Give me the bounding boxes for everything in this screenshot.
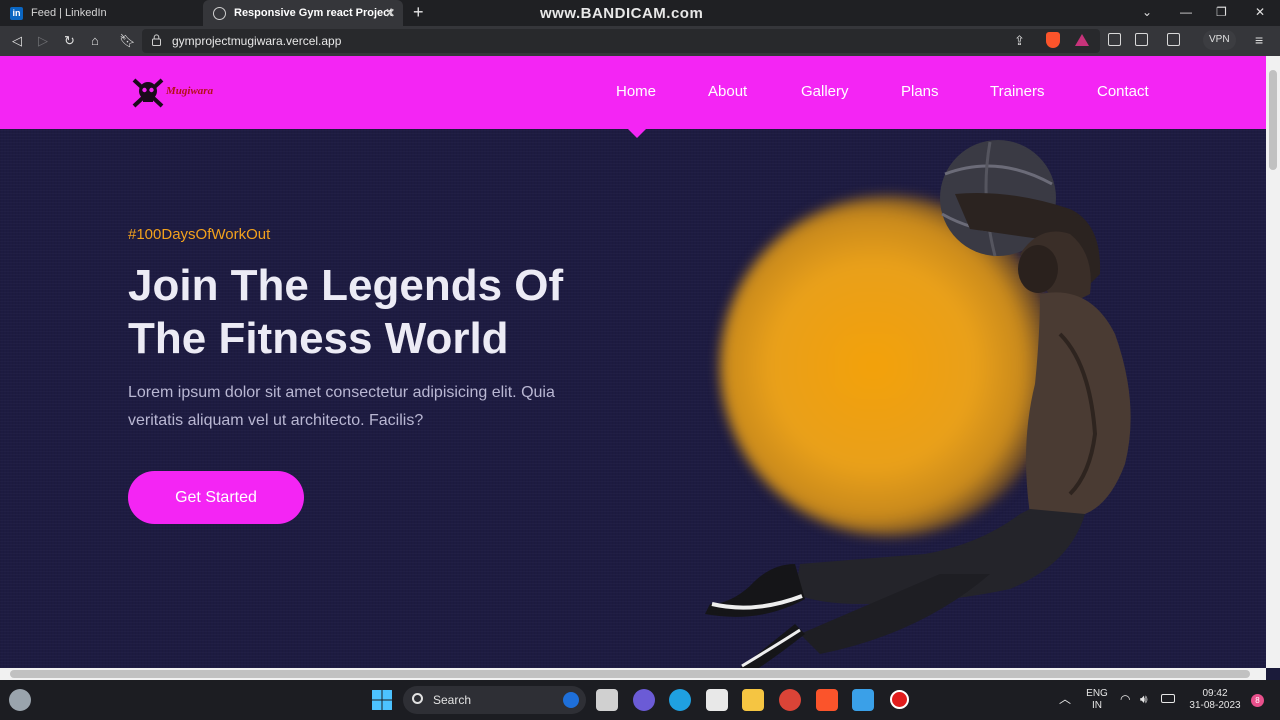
lock-icon [152, 34, 161, 46]
search-icon [412, 693, 423, 704]
back-button[interactable]: ◁ [12, 33, 22, 49]
language-indicator[interactable]: ENG IN [1085, 688, 1109, 712]
clock-time: 09:42 [1202, 688, 1228, 699]
skull-crossbones-logo-icon[interactable] [131, 76, 165, 110]
hero-title: Join The Legends Of The Fitness World [128, 259, 648, 365]
vertical-scrollbar[interactable] [1266, 56, 1280, 668]
web-page: Mugiwara Home About Gallery Plans Traine… [0, 56, 1266, 668]
linkedin-icon: in [10, 6, 23, 20]
tab-linkedin[interactable]: in Feed | LinkedIn [0, 0, 200, 26]
share-icon[interactable]: ⇪ [1014, 33, 1025, 49]
nav-about[interactable]: About [708, 83, 747, 100]
taskbar-search[interactable]: Search [403, 686, 586, 714]
teams-icon[interactable] [633, 689, 655, 711]
url-text: gymprojectmugiwara.vercel.app [172, 34, 342, 48]
forward-button[interactable]: ▷ [38, 33, 48, 49]
home-button[interactable]: ⌂ [91, 33, 99, 48]
bandicam-record-icon[interactable] [890, 690, 909, 709]
hero-description: Lorem ipsum dolor sit amet consectetur a… [128, 384, 555, 429]
hero-tag: #100DaysOfWorkOut [128, 226, 271, 243]
volume-icon[interactable]: 🔊︎ [1140, 693, 1148, 705]
tab-list-icon[interactable]: ⌄ [1142, 5, 1152, 19]
close-tab-icon[interactable]: ✕ [385, 6, 395, 20]
wallet-icon[interactable] [1167, 33, 1180, 46]
extensions-icon[interactable] [1108, 33, 1121, 46]
url-bar[interactable]: gymprojectmugiwara.vercel.app [142, 29, 1100, 53]
bookmark-button[interactable]: 🔖︎ [119, 33, 136, 49]
recording-watermark: www.BANDICAM.com [540, 5, 704, 22]
nav-plans[interactable]: Plans [901, 83, 939, 100]
chrome-icon[interactable] [779, 689, 801, 711]
tab-label: Feed | LinkedIn [31, 7, 107, 19]
tray-overflow-icon[interactable]: ︿ [1059, 693, 1071, 705]
language-code: ENG [1086, 688, 1108, 699]
new-tab-button[interactable]: + [413, 2, 424, 23]
athlete-image [705, 140, 1131, 668]
tab-gym-project[interactable]: Responsive Gym react Project ✕ [203, 0, 403, 26]
hero-title-line2: The Fitness World [128, 314, 509, 363]
sidebar-icon[interactable] [1135, 33, 1148, 46]
file-explorer-icon[interactable] [742, 689, 764, 711]
nav-trainers[interactable]: Trainers [990, 83, 1044, 100]
vpn-button[interactable]: VPN [1203, 30, 1236, 50]
notepad-icon[interactable] [852, 689, 874, 711]
clock[interactable]: 09:42 31-08-2023 [1186, 688, 1244, 712]
store-icon[interactable] [706, 689, 728, 711]
globe-icon [213, 6, 226, 20]
horizontal-scroll-thumb[interactable] [10, 670, 1250, 678]
wifi-icon[interactable]: ◠ [1120, 693, 1130, 705]
brave-icon[interactable] [816, 689, 838, 711]
nav-home[interactable]: Home [616, 83, 656, 100]
edge-icon[interactable] [669, 689, 691, 711]
close-window-button[interactable]: ✕ [1255, 5, 1265, 19]
vertical-scroll-thumb[interactable] [1269, 70, 1277, 170]
browser-tab-bar: in Feed | LinkedIn Responsive Gym react … [0, 0, 1280, 26]
brand-name[interactable]: Mugiwara [166, 85, 213, 97]
battery-icon[interactable] [1161, 694, 1175, 703]
brave-rewards-icon[interactable] [1075, 34, 1089, 46]
brave-shield-icon[interactable] [1046, 32, 1060, 48]
menu-icon[interactable]: ≡ [1255, 32, 1263, 48]
region-code: IN [1092, 700, 1102, 711]
nav-gallery[interactable]: Gallery [801, 83, 849, 100]
site-navbar: Mugiwara Home About Gallery Plans Traine… [0, 56, 1266, 129]
task-view-icon[interactable] [596, 689, 618, 711]
get-started-button[interactable]: Get Started [128, 471, 304, 524]
maximize-button[interactable]: ❐ [1216, 5, 1227, 19]
search-placeholder: Search [433, 693, 472, 707]
nav-contact[interactable]: Contact [1097, 83, 1149, 100]
hero-title-line1: Join The Legends Of [128, 261, 564, 310]
windows-start-icon[interactable] [371, 689, 393, 711]
weather-icon[interactable] [9, 689, 31, 711]
horizontal-scrollbar[interactable] [0, 668, 1266, 680]
tab-label: Responsive Gym react Project [234, 7, 393, 19]
windows-taskbar: Search ︿ ENG IN ◠ 🔊︎ 09:42 31-08-2023 8 [0, 680, 1280, 720]
clock-date: 31-08-2023 [1189, 700, 1241, 711]
notification-badge[interactable]: 8 [1251, 694, 1264, 707]
minimize-button[interactable]: — [1180, 5, 1192, 19]
vpn-label: VPN [1209, 34, 1230, 45]
active-nav-indicator [628, 129, 646, 138]
bing-icon[interactable] [563, 692, 579, 708]
reload-button[interactable]: ↻ [64, 33, 75, 49]
